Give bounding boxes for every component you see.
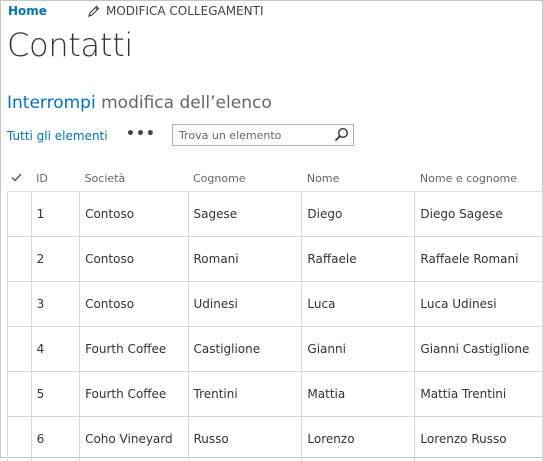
cell-surname[interactable]: Russo xyxy=(188,417,302,461)
cell-surname[interactable]: Romani xyxy=(188,237,302,282)
row-selector[interactable] xyxy=(8,282,32,327)
cell-company[interactable]: Contoso xyxy=(80,192,188,237)
view-all-items[interactable]: Tutti gli elementi xyxy=(7,129,108,143)
cell-surname[interactable]: Udinesi xyxy=(188,282,302,327)
cell-name[interactable]: Mattia xyxy=(302,372,415,417)
more-options-button[interactable]: ••• xyxy=(126,126,156,142)
cell-surname[interactable]: Castiglione xyxy=(188,327,302,372)
cell-full-name[interactable]: Lorenzo Russo xyxy=(415,417,543,461)
cell-full-name[interactable]: Diego Sagese xyxy=(415,192,543,237)
page-title: Contatti xyxy=(7,26,133,64)
select-all-checkbox[interactable] xyxy=(8,165,32,192)
cell-full-name[interactable]: Mattia Trentini xyxy=(415,372,543,417)
edit-links-button[interactable]: MODIFICA COLLEGAMENTI xyxy=(88,4,264,18)
cell-id[interactable]: 6 xyxy=(31,417,79,461)
table-header-row: ID Società Cognome Nome Nome e cognome xyxy=(8,165,543,192)
table-row[interactable]: 6 Coho Vineyard Russo Lorenzo Lorenzo Ru… xyxy=(8,417,543,461)
table-row[interactable]: 3 Contoso Udinesi Luca Luca Udinesi xyxy=(8,282,543,327)
cell-id[interactable]: 5 xyxy=(31,372,79,417)
row-selector[interactable] xyxy=(8,417,32,461)
column-header-company[interactable]: Società xyxy=(80,165,188,192)
edit-mode-bar: Interrompi modifica dell’elenco xyxy=(7,93,272,113)
stop-editing-link[interactable]: Interrompi xyxy=(7,93,96,113)
cell-company[interactable]: Fourth Coffee xyxy=(80,372,188,417)
cell-name[interactable]: Lorenzo xyxy=(302,417,415,461)
table-row[interactable]: 4 Fourth Coffee Castiglione Gianni Giann… xyxy=(8,327,543,372)
edit-links-label: MODIFICA COLLEGAMENTI xyxy=(106,4,264,18)
table-row[interactable]: 2 Contoso Romani Raffaele Raffaele Roman… xyxy=(8,237,543,282)
row-selector[interactable] xyxy=(8,372,32,417)
search-icon[interactable] xyxy=(334,127,349,142)
cell-full-name[interactable]: Raffaele Romani xyxy=(415,237,543,282)
search-box[interactable] xyxy=(172,124,354,146)
row-selector[interactable] xyxy=(8,327,32,372)
pencil-icon xyxy=(88,5,100,17)
cell-surname[interactable]: Sagese xyxy=(188,192,302,237)
column-header-name[interactable]: Nome xyxy=(302,165,415,192)
cell-id[interactable]: 4 xyxy=(31,327,79,372)
list-toolbar: Tutti gli elementi ••• xyxy=(7,124,367,150)
search-input[interactable] xyxy=(179,128,329,142)
cell-company[interactable]: Fourth Coffee xyxy=(80,327,188,372)
stop-editing-text: modifica dell’elenco xyxy=(96,93,272,113)
table-row[interactable]: 1 Contoso Sagese Diego Diego Sagese xyxy=(8,192,543,237)
cell-full-name[interactable]: Gianni Castiglione xyxy=(415,327,543,372)
cell-full-name[interactable]: Luca Udinesi xyxy=(415,282,543,327)
cell-name[interactable]: Raffaele xyxy=(302,237,415,282)
column-header-surname[interactable]: Cognome xyxy=(188,165,302,192)
cell-id[interactable]: 2 xyxy=(31,237,79,282)
checkmark-icon xyxy=(11,173,22,182)
cell-name[interactable]: Gianni xyxy=(302,327,415,372)
column-header-full-name[interactable]: Nome e cognome xyxy=(415,165,543,192)
cell-company[interactable]: Contoso xyxy=(80,282,188,327)
cell-id[interactable]: 3 xyxy=(31,282,79,327)
cell-name[interactable]: Diego xyxy=(302,192,415,237)
row-selector[interactable] xyxy=(8,237,32,282)
table-row[interactable]: 5 Fourth Coffee Trentini Mattia Mattia T… xyxy=(8,372,543,417)
column-header-id[interactable]: ID xyxy=(31,165,79,192)
home-link[interactable]: Home xyxy=(8,4,47,18)
cell-name[interactable]: Luca xyxy=(302,282,415,327)
contacts-table: ID Società Cognome Nome Nome e cognome 1… xyxy=(7,165,543,461)
cell-id[interactable]: 1 xyxy=(31,192,79,237)
cell-surname[interactable]: Trentini xyxy=(188,372,302,417)
cell-company[interactable]: Coho Vineyard xyxy=(80,417,188,461)
row-selector[interactable] xyxy=(8,192,32,237)
cell-company[interactable]: Contoso xyxy=(80,237,188,282)
